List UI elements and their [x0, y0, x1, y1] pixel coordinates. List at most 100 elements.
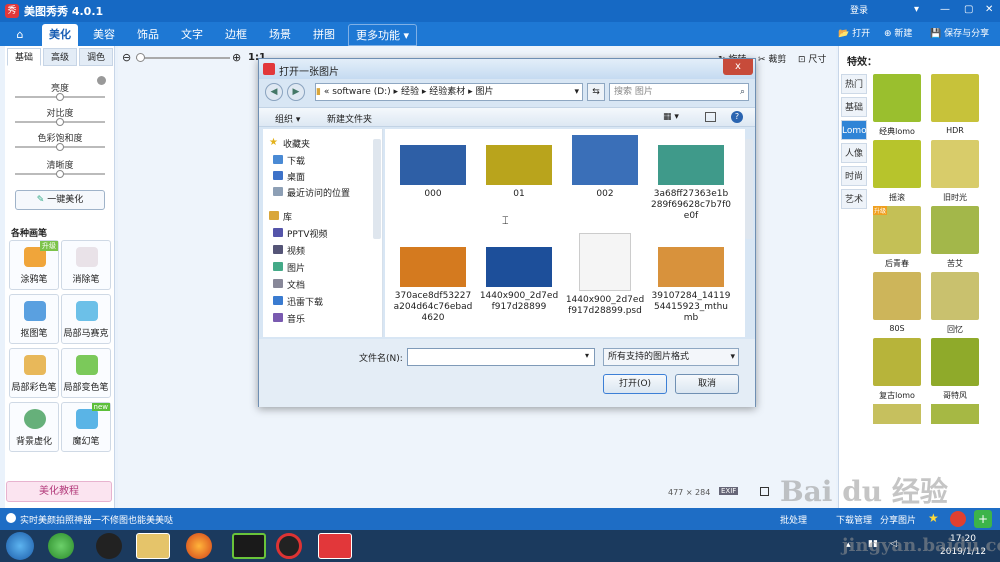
brightness-knob[interactable] [56, 93, 64, 101]
meitu-taskbar-icon[interactable] [318, 533, 352, 559]
star-icon[interactable]: ★ [928, 511, 939, 525]
firefox-icon[interactable] [186, 533, 212, 559]
effect-hdr[interactable]: HDR [931, 74, 979, 135]
open-button[interactable]: 📂 打开 [838, 27, 870, 41]
one-click-beautify-button[interactable]: ✎ 一键美化 [15, 190, 105, 210]
effect-thumb-partial[interactable] [931, 404, 979, 424]
crop-button[interactable]: ✂ 裁剪 [758, 52, 786, 65]
nav-pictures[interactable]: 图片 [287, 261, 305, 274]
tab-beauty[interactable]: 美容 [86, 24, 122, 46]
tab-collage[interactable]: 拼图 [306, 24, 342, 46]
zoom-slider[interactable] [136, 53, 230, 62]
effect-80s[interactable]: 80S [873, 272, 921, 333]
nav-pptv[interactable]: PPTV视频 [287, 227, 328, 240]
nav-recent[interactable]: 最近访问的位置 [287, 186, 350, 199]
minimize-icon[interactable]: — [940, 4, 950, 15]
explorer-icon[interactable] [136, 533, 170, 559]
effects-tab-art[interactable]: 艺术 [841, 189, 867, 209]
maximize-icon[interactable]: ▢ [964, 4, 973, 15]
effect-thumb-partial[interactable] [873, 404, 921, 424]
effects-tab-lomo[interactable]: Lomo [841, 120, 867, 140]
view-toggle-icon[interactable]: ▦ ▾ [663, 112, 679, 122]
filetype-select[interactable]: 所有支持的图片格式 ▾ [603, 348, 739, 366]
effect-youth[interactable]: 后青春 升级 [873, 206, 921, 268]
forward-icon[interactable]: ▶ [287, 83, 305, 101]
effects-tab-basic[interactable]: 基础 [841, 97, 867, 117]
brightness-slider[interactable] [15, 93, 105, 101]
contrast-slider[interactable] [15, 118, 105, 126]
record-icon[interactable] [276, 533, 302, 559]
effect-classic-lomo[interactable]: 经典lomo [873, 74, 921, 136]
tab-border[interactable]: 边框 [218, 24, 254, 46]
media-app-icon[interactable] [232, 533, 266, 559]
zoom-out-icon[interactable]: ⊖ [122, 51, 131, 64]
save-share-button[interactable]: 💾 保存与分享 [930, 27, 989, 41]
effect-retro-lomo[interactable]: 复古lomo [873, 338, 921, 400]
path-segment[interactable]: software (D:) [332, 87, 391, 97]
taskbar-app-icon[interactable] [48, 533, 74, 559]
eraser-brush-button[interactable]: 消除笔 [61, 240, 111, 290]
exif-badge[interactable]: EXIF [719, 487, 739, 495]
nav-videos[interactable]: 视频 [287, 244, 305, 257]
nav-scrollbar[interactable] [373, 139, 381, 239]
mosaic-brush-button[interactable]: 局部马赛克 [61, 294, 111, 344]
doodle-brush-button[interactable]: 涂鸦笔 升级 [9, 240, 59, 290]
filetype-dropdown-icon[interactable]: ▾ [730, 349, 735, 365]
share-picture-button[interactable]: 分享图片 [880, 513, 916, 526]
filename-input[interactable] [407, 348, 595, 366]
cancel-button[interactable]: 取消 [675, 374, 739, 394]
effect-gothic[interactable]: 哥特风 [931, 338, 979, 400]
nav-downloads[interactable]: 下载 [287, 154, 305, 167]
add-icon[interactable]: + [974, 510, 992, 528]
menu-icon[interactable]: ▾ [914, 4, 919, 15]
color-brush-button[interactable]: 局部彩色笔 [9, 348, 59, 398]
zoom-in-icon[interactable]: ⊕ [232, 51, 241, 64]
dialog-search-input[interactable]: 搜索 图片 ⌕ [609, 83, 749, 101]
tutorial-button[interactable]: 美化教程 [6, 481, 112, 502]
effect-wormwood[interactable]: 苦艾 [931, 206, 979, 268]
refresh-icon[interactable]: ⇆ [587, 83, 605, 101]
new-button[interactable]: ⊕ 新建 [884, 27, 912, 41]
nav-libraries[interactable]: 库 [283, 210, 292, 223]
tab-scene[interactable]: 场景 [262, 24, 298, 46]
address-path[interactable]: ▮ « software (D:) ▸ 经验 ▸ 经验素材 ▸ 图片 ▾ [315, 83, 583, 101]
weibo-icon[interactable] [950, 511, 966, 527]
organize-menu[interactable]: 组织 ▾ [275, 112, 300, 125]
effect-memory[interactable]: 回忆 [931, 272, 979, 334]
recolor-brush-button[interactable]: 局部变色笔 [61, 348, 111, 398]
tab-more[interactable]: 更多功能 ▾ [348, 24, 418, 46]
saturation-slider[interactable] [15, 143, 105, 151]
effects-tab-fashion[interactable]: 时尚 [841, 166, 867, 186]
dialog-close-button[interactable]: x [723, 59, 753, 75]
cutout-brush-button[interactable]: 抠图笔 [9, 294, 59, 344]
contrast-knob[interactable] [56, 118, 64, 126]
subtab-color[interactable]: 调色 [79, 48, 113, 66]
path-segment[interactable]: 经验素材 [429, 87, 465, 97]
help-icon[interactable]: ? [731, 111, 743, 123]
effect-rock[interactable]: 摇滚 [873, 140, 921, 202]
tab-beautify[interactable]: 美化 [42, 24, 78, 46]
subtab-basic[interactable]: 基础 [7, 48, 41, 66]
effects-tab-portrait[interactable]: 人像 [841, 143, 867, 163]
home-icon[interactable]: ⌂ [6, 24, 34, 46]
effect-old-times[interactable]: 旧时光 [931, 140, 979, 202]
login-link[interactable]: 登录 [850, 4, 868, 18]
qq-icon[interactable] [96, 533, 122, 559]
preview-pane-icon[interactable] [705, 112, 716, 122]
compare-icon[interactable] [760, 487, 769, 496]
back-icon[interactable]: ◀ [265, 83, 283, 101]
close-icon[interactable]: ✕ [985, 4, 993, 15]
subtab-advanced[interactable]: 高级 [43, 48, 77, 66]
address-dropdown-icon[interactable]: ▾ [574, 84, 579, 100]
resize-button[interactable]: ⊡ 尺寸 [798, 52, 826, 65]
saturation-knob[interactable] [56, 143, 64, 151]
path-segment[interactable]: 图片 [475, 87, 493, 97]
open-file-button[interactable]: 打开(O) [603, 374, 667, 394]
start-button[interactable] [6, 532, 34, 560]
status-message[interactable]: 实时美颜拍照神器一不修图也能美美哒 [20, 513, 173, 526]
tab-text[interactable]: 文字 [174, 24, 210, 46]
effects-tab-hot[interactable]: 热门 [841, 74, 867, 94]
search-icon[interactable]: ⌕ [740, 84, 745, 100]
nav-documents[interactable]: 文档 [287, 278, 305, 291]
new-folder-button[interactable]: 新建文件夹 [327, 112, 372, 125]
